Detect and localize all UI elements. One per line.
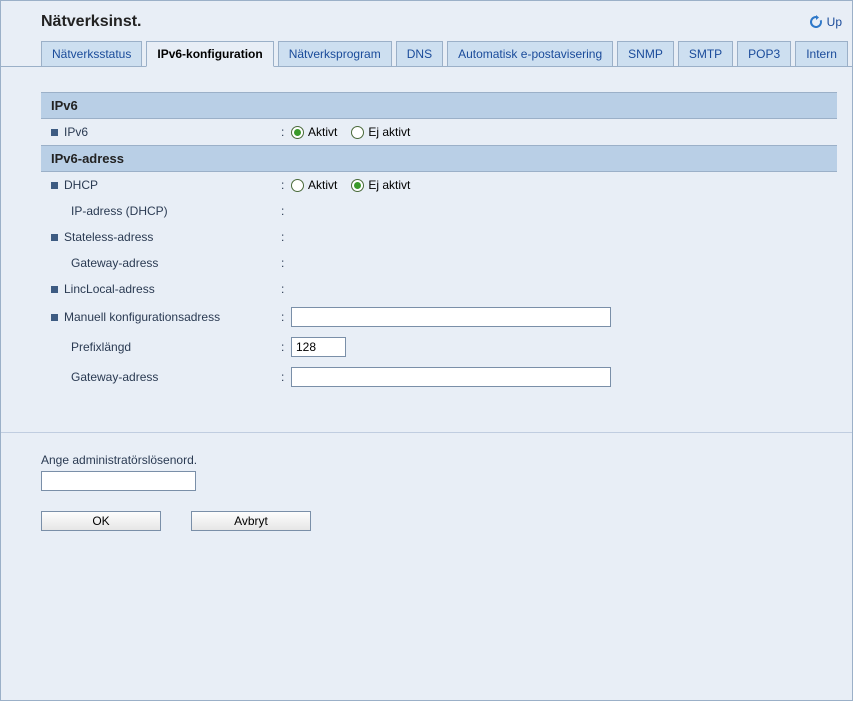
header: Nätverksinst. Up: [1, 1, 852, 41]
content: IPv6 IPv6 : Aktivt Ej aktivt IPv6-adress…: [1, 67, 852, 402]
colon: :: [281, 204, 291, 218]
ipv6-radio-group: Aktivt Ej aktivt: [291, 125, 410, 139]
row-stateless: Stateless-adress :: [41, 224, 837, 250]
row-gateway2: Gateway-adress :: [41, 362, 837, 392]
prefix-label: Prefixlängd: [51, 340, 281, 354]
radio-ipv6-inactive[interactable]: [351, 126, 364, 139]
tab-pop3[interactable]: POP3: [737, 41, 791, 67]
gateway1-label: Gateway-adress: [51, 256, 281, 270]
row-ip-dhcp: IP-adress (DHCP) :: [41, 198, 837, 224]
tab-ipv6-konfiguration[interactable]: IPv6-konfiguration: [146, 41, 273, 67]
radio-ipv6-active[interactable]: [291, 126, 304, 139]
page-title: Nätverksinst.: [41, 13, 142, 31]
refresh-label: Up: [827, 15, 842, 29]
ipv6-label-text: IPv6: [64, 125, 88, 139]
app-frame: Nätverksinst. Up Nätverksstatus IPv6-kon…: [0, 0, 853, 701]
bullet-icon: [51, 234, 58, 241]
bullet-icon: [51, 314, 58, 321]
ip-dhcp-label: IP-adress (DHCP): [51, 204, 281, 218]
admin-password-input[interactable]: [41, 471, 196, 491]
bullet-icon: [51, 182, 58, 189]
radio-dhcp-active[interactable]: [291, 179, 304, 192]
row-dhcp-label: DHCP: [51, 178, 281, 192]
tab-auto-epost[interactable]: Automatisk e-postavisering: [447, 41, 613, 67]
row-manual: Manuell konfigurationsadress :: [41, 302, 837, 332]
colon: :: [281, 125, 291, 139]
manual-label: Manuell konfigurationsadress: [51, 310, 281, 324]
colon: :: [281, 370, 291, 384]
tab-natverksprogram[interactable]: Nätverksprogram: [278, 41, 392, 67]
dhcp-label-text: DHCP: [64, 178, 98, 192]
radio-ipv6-active-label: Aktivt: [308, 125, 337, 139]
tab-smtp[interactable]: SMTP: [678, 41, 733, 67]
colon: :: [281, 282, 291, 296]
cancel-button[interactable]: Avbryt: [191, 511, 311, 531]
row-gateway1: Gateway-adress :: [41, 250, 837, 276]
tab-bar: Nätverksstatus IPv6-konfiguration Nätver…: [1, 41, 852, 67]
radio-dhcp-inactive-label: Ej aktivt: [368, 178, 410, 192]
bullet-icon: [51, 129, 58, 136]
bullet-icon: [51, 286, 58, 293]
manual-label-text: Manuell konfigurationsadress: [64, 310, 220, 324]
row-ipv6-label: IPv6: [51, 125, 281, 139]
radio-dhcp-active-label: Aktivt: [308, 178, 337, 192]
tab-snmp[interactable]: SNMP: [617, 41, 674, 67]
colon: :: [281, 178, 291, 192]
colon: :: [281, 256, 291, 270]
footer: Ange administratörslösenord. OK Avbryt: [1, 432, 852, 541]
radio-ipv6-inactive-label: Ej aktivt: [368, 125, 410, 139]
colon: :: [281, 310, 291, 324]
refresh-link[interactable]: Up: [808, 14, 842, 30]
tab-dns[interactable]: DNS: [396, 41, 443, 67]
row-dhcp: DHCP : Aktivt Ej aktivt: [41, 172, 837, 198]
row-linclocal: LincLocal-adress :: [41, 276, 837, 302]
prefix-length-input[interactable]: [291, 337, 346, 357]
row-prefix: Prefixlängd :: [41, 332, 837, 362]
password-label: Ange administratörslösenord.: [41, 453, 837, 467]
stateless-label: Stateless-adress: [51, 230, 281, 244]
colon: :: [281, 230, 291, 244]
gateway2-label: Gateway-adress: [51, 370, 281, 384]
section-head-ipv6-adress: IPv6-adress: [41, 145, 837, 172]
radio-dhcp-inactive[interactable]: [351, 179, 364, 192]
button-row: OK Avbryt: [41, 511, 837, 531]
colon: :: [281, 340, 291, 354]
row-ipv6: IPv6 : Aktivt Ej aktivt: [41, 119, 837, 145]
section-head-ipv6: IPv6: [41, 92, 837, 119]
linclocal-label-text: LincLocal-adress: [64, 282, 155, 296]
tab-intern[interactable]: Intern: [795, 41, 848, 67]
refresh-icon: [808, 14, 824, 30]
stateless-label-text: Stateless-adress: [64, 230, 153, 244]
ok-button[interactable]: OK: [41, 511, 161, 531]
dhcp-radio-group: Aktivt Ej aktivt: [291, 178, 410, 192]
linclocal-label: LincLocal-adress: [51, 282, 281, 296]
manual-address-input[interactable]: [291, 307, 611, 327]
gateway-address-input[interactable]: [291, 367, 611, 387]
tab-natverksstatus[interactable]: Nätverksstatus: [41, 41, 142, 67]
